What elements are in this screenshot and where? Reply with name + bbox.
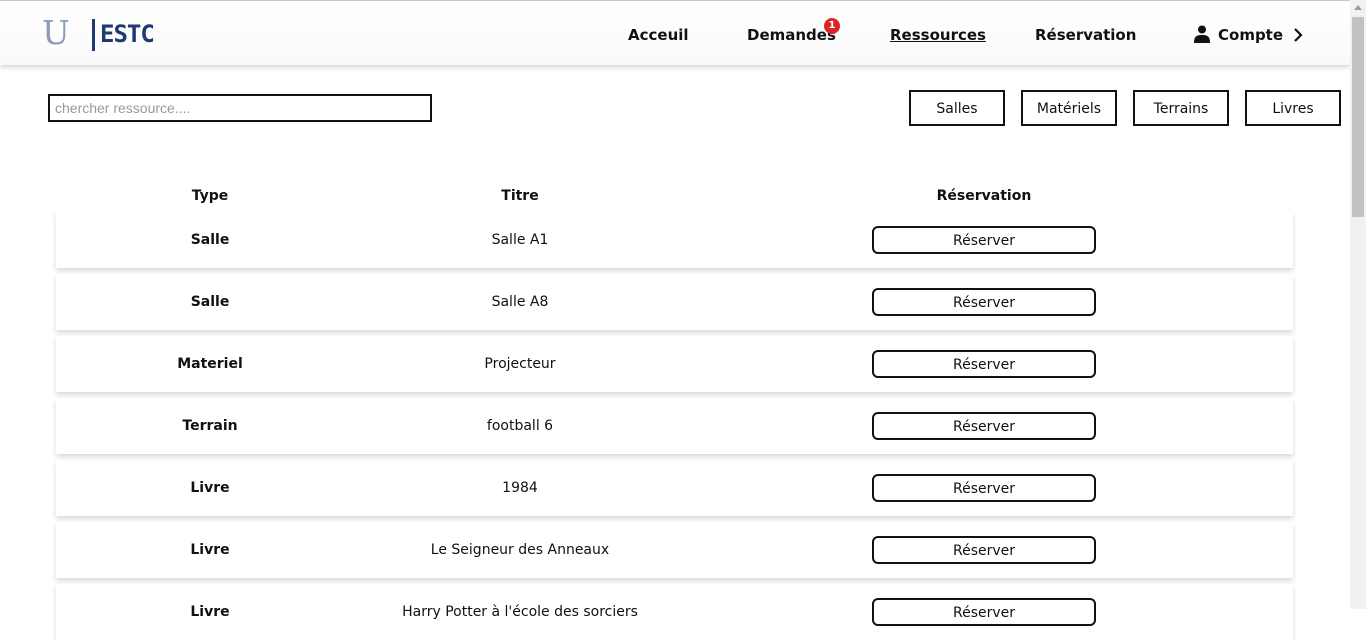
chevron-right-icon — [1294, 28, 1303, 42]
row-title: Harry Potter à l'école des sorciers — [402, 604, 638, 620]
table-row: Livre 1984 Réserver — [56, 460, 1293, 516]
filter-button-livres[interactable]: Livres — [1245, 90, 1341, 126]
row-title: Projecteur — [484, 356, 556, 372]
table-row: Salle Salle A8 Réserver — [56, 274, 1293, 330]
row-type: Terrain — [182, 418, 238, 434]
demandes-notification-badge: 1 — [824, 18, 840, 34]
navbar: U ESTC Acceuil Demandes 1 Ressources Rés… — [0, 1, 1350, 65]
logo-mark: U — [42, 13, 70, 52]
row-title: football 6 — [486, 418, 554, 434]
table-row: Salle Salle A1 Réserver — [56, 212, 1293, 268]
nav-link-reservation[interactable]: Réservation — [1035, 25, 1136, 45]
table-row: Livre Harry Potter à l'école des sorcier… — [56, 584, 1293, 640]
table-row: Livre Le Seigneur des Anneaux Réserver — [56, 522, 1293, 578]
nav-link-acceuil[interactable]: Acceuil — [628, 25, 689, 45]
row-title: Salle A1 — [491, 232, 549, 248]
vertical-scrollbar[interactable] — [1350, 0, 1366, 609]
reserve-button[interactable]: Réserver — [872, 412, 1096, 440]
filter-button-salles[interactable]: Salles — [909, 90, 1005, 126]
reserve-button[interactable]: Réserver — [872, 226, 1096, 254]
logo-text: ESTC — [100, 20, 155, 48]
reserve-button[interactable]: Réserver — [872, 288, 1096, 316]
row-title: Salle A8 — [491, 294, 549, 310]
row-type: Livre — [190, 480, 230, 496]
row-title: 1984 — [502, 480, 538, 496]
filter-button-materiels[interactable]: Matériels — [1021, 90, 1117, 126]
row-title: Le Seigneur des Anneaux — [430, 542, 610, 558]
user-icon — [1194, 25, 1210, 43]
logo[interactable]: U ESTC — [42, 13, 155, 53]
reserve-button[interactable]: Réserver — [872, 536, 1096, 564]
table-row: Terrain football 6 Réserver — [56, 398, 1293, 454]
scrollbar-thumb[interactable] — [1352, 17, 1364, 217]
search-input[interactable] — [48, 94, 432, 122]
logo-divider — [92, 19, 95, 51]
row-type: Salle — [190, 294, 230, 310]
reserve-button[interactable]: Réserver — [872, 598, 1096, 626]
scroll-up-arrow-icon[interactable] — [1354, 5, 1362, 10]
column-header-titre: Titre — [501, 188, 539, 204]
column-header-reservation: Réservation — [936, 188, 1032, 204]
row-type: Livre — [190, 604, 230, 620]
reserve-button[interactable]: Réserver — [872, 350, 1096, 378]
table-row: Materiel Projecteur Réserver — [56, 336, 1293, 392]
nav-link-ressources[interactable]: Ressources — [890, 25, 986, 45]
row-type: Salle — [190, 232, 230, 248]
row-type: Livre — [190, 542, 230, 558]
reserve-button[interactable]: Réserver — [872, 474, 1096, 502]
column-header-type: Type — [191, 188, 229, 204]
filter-button-terrains[interactable]: Terrains — [1133, 90, 1229, 126]
row-type: Materiel — [177, 356, 243, 372]
nav-link-demandes[interactable]: Demandes — [747, 25, 836, 45]
account-label: Compte — [1218, 26, 1284, 44]
